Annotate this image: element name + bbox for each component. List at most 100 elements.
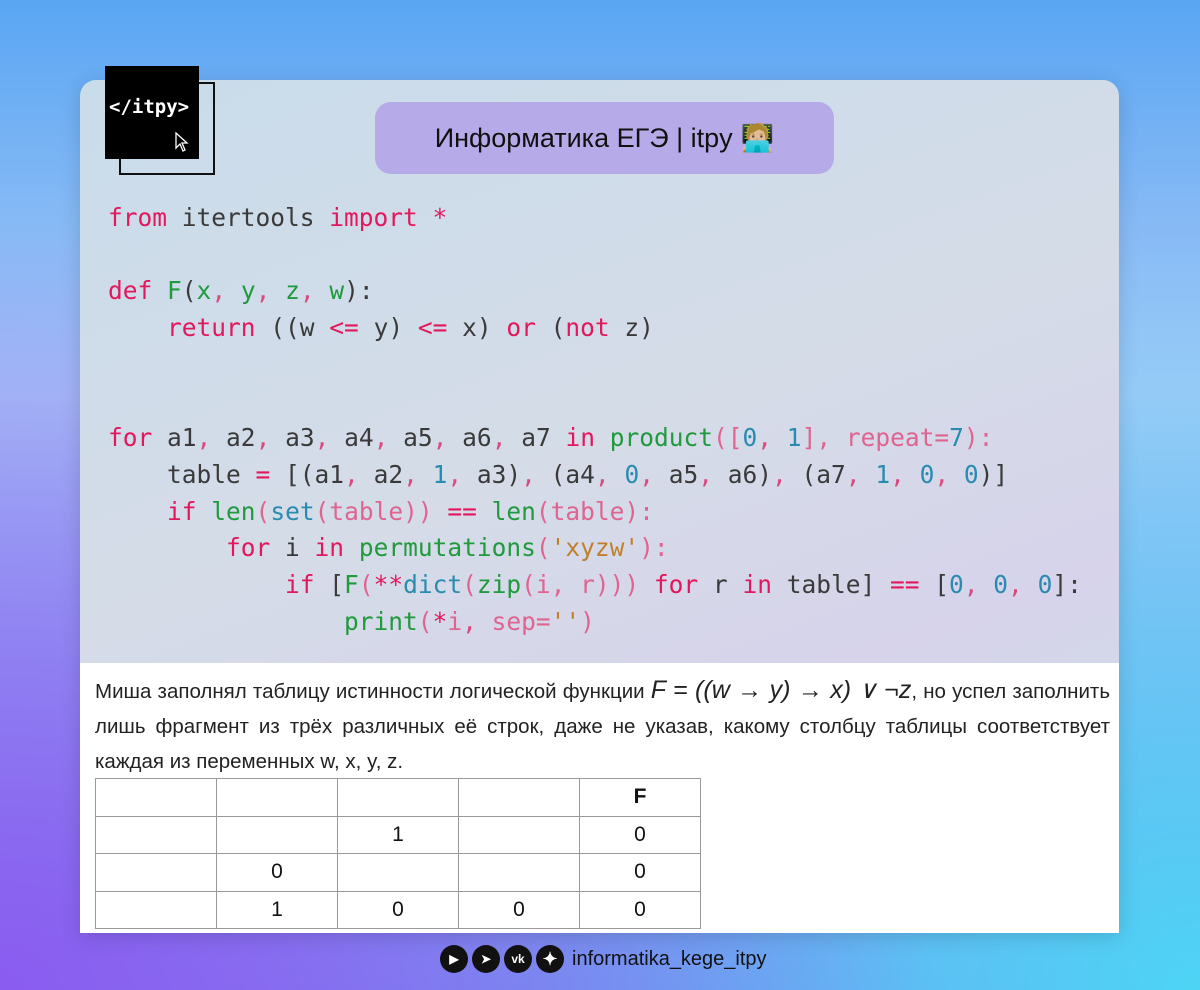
code-token: [ [919, 569, 949, 599]
technologist-emoji-icon: 🧑🏼‍💻 [740, 123, 775, 153]
code-token: , [757, 423, 773, 453]
code-token: ) [580, 606, 595, 636]
code-token: table [108, 459, 256, 489]
code-token: set [270, 496, 315, 526]
table-cell [95, 853, 217, 892]
page-title: Информатика ЕГЭ | itpy 🧑🏼‍💻 [375, 102, 834, 174]
code-line: print(*i, sep='') [108, 604, 1082, 641]
code-token: i [447, 606, 463, 636]
code-token: dict [403, 569, 463, 599]
code-token: 0 [742, 423, 758, 453]
code-token: ( [358, 569, 374, 599]
code-token: def [108, 276, 153, 306]
code-token: zip [476, 569, 522, 599]
table-cell: 0 [579, 815, 701, 854]
code-token: from [108, 203, 168, 232]
code-token: ): [639, 533, 669, 563]
table-cell [458, 778, 580, 817]
table-cell [95, 778, 217, 817]
code-token: sep= [476, 606, 551, 636]
truth-table: F10001000 [95, 778, 701, 929]
code-token: , [373, 423, 389, 453]
code-token: == [432, 496, 477, 526]
code-token: )] [978, 459, 1009, 489]
code-token: , [211, 276, 227, 306]
code-line: def F(x, y, z, w): [108, 273, 1082, 310]
code-token: z) [609, 313, 654, 343]
code-token: <= [417, 313, 448, 343]
code-token: 0 [904, 459, 935, 489]
table-cell: F [579, 778, 701, 817]
code-token: w [314, 276, 345, 306]
code-token: (a4 [535, 459, 595, 489]
code-token: ** [373, 569, 404, 599]
table-cell [216, 815, 338, 854]
code-token: a1 [152, 423, 197, 453]
code-token: (i, r))) [521, 569, 654, 599]
code-token: a2 [211, 423, 256, 453]
code-token: y [226, 276, 256, 306]
code-token: ( [535, 313, 566, 343]
telegram-icon[interactable]: ➤ [472, 945, 500, 973]
cursor-icon [175, 132, 189, 152]
code-token: ]: [1052, 569, 1082, 599]
code-token: ( [181, 276, 197, 306]
code-token: in [314, 533, 345, 563]
code-token: , [845, 459, 861, 489]
code-token: [ [314, 569, 345, 599]
code-token: permutations [344, 533, 536, 563]
code-token: in [742, 569, 772, 599]
code-line: return ((w <= y) <= x) or (not z) [108, 310, 1082, 347]
code-token: ([ [713, 423, 743, 453]
code-token: , [314, 423, 330, 453]
code-token: 1 [772, 423, 802, 453]
code-token: 1 [417, 459, 448, 489]
code-token: import [329, 203, 418, 232]
code-token: ( [535, 533, 551, 563]
footer-handle[interactable]: informatika_kege_itpy [572, 948, 767, 971]
code-token: , [432, 423, 448, 453]
code-token: len [476, 496, 536, 526]
code-token: (a7 [786, 459, 846, 489]
table-cell [458, 815, 580, 854]
code-token: a5 [388, 423, 433, 453]
code-token: a3 [270, 423, 315, 453]
code-token: a6 [447, 423, 492, 453]
code-token: , [963, 569, 979, 599]
code-token: in [565, 423, 595, 453]
code-token: ): [963, 423, 994, 453]
code-token: x [196, 276, 212, 306]
code-token: y) [358, 313, 418, 343]
table-cell [337, 778, 459, 817]
code-token: not [565, 313, 610, 343]
vk-icon[interactable]: vk [504, 945, 532, 973]
table-row: 1000 [95, 890, 701, 929]
youtube-icon[interactable]: ▶ [440, 945, 468, 973]
star-icon[interactable]: ✦ [536, 945, 564, 973]
code-token: table] [771, 569, 890, 599]
code-token: 0 [1022, 569, 1053, 599]
code-token: , [344, 459, 359, 489]
code-line: from itertools import * [108, 200, 1082, 237]
table-cell [95, 815, 217, 854]
code-line: table = [(a1, a2, 1, a3), (a4, 0, a5, a6… [108, 457, 1082, 494]
table-cell [95, 890, 217, 929]
code-token: return [167, 313, 256, 343]
code-token: (table): [535, 496, 654, 526]
code-token: (table)) [314, 496, 433, 526]
code-token: ( [417, 606, 433, 636]
task-text: Миша заполнял таблицу истинности логичес… [95, 676, 1111, 773]
code-token: , [772, 459, 787, 489]
code-token: , [299, 276, 315, 306]
code-token: for [226, 533, 271, 563]
code-token: , [447, 459, 463, 489]
code-token: F [152, 276, 182, 306]
code-token: len [196, 496, 256, 526]
table-row: 10 [95, 815, 701, 854]
